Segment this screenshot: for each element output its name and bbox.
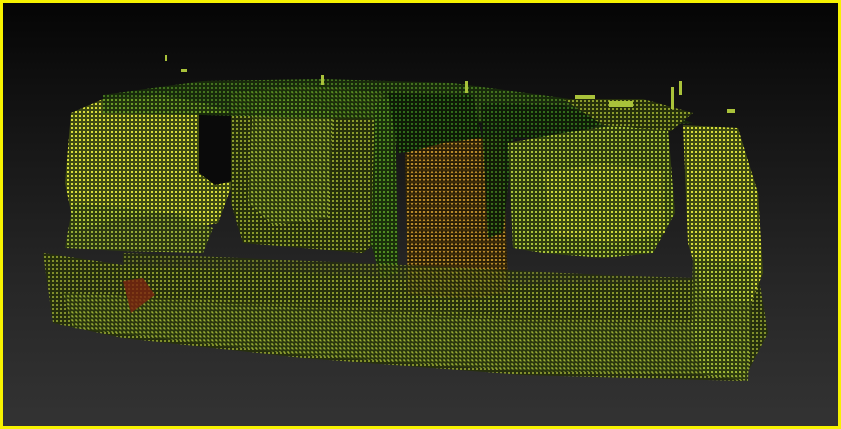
point-cloud-scene	[43, 55, 768, 381]
dark-gap	[199, 113, 233, 185]
point-cloud-canvas[interactable]	[3, 3, 838, 426]
right-panel-shadow	[691, 258, 753, 381]
right-sofa-highlight	[543, 163, 665, 243]
point-cloud-viewport[interactable]	[0, 0, 841, 429]
